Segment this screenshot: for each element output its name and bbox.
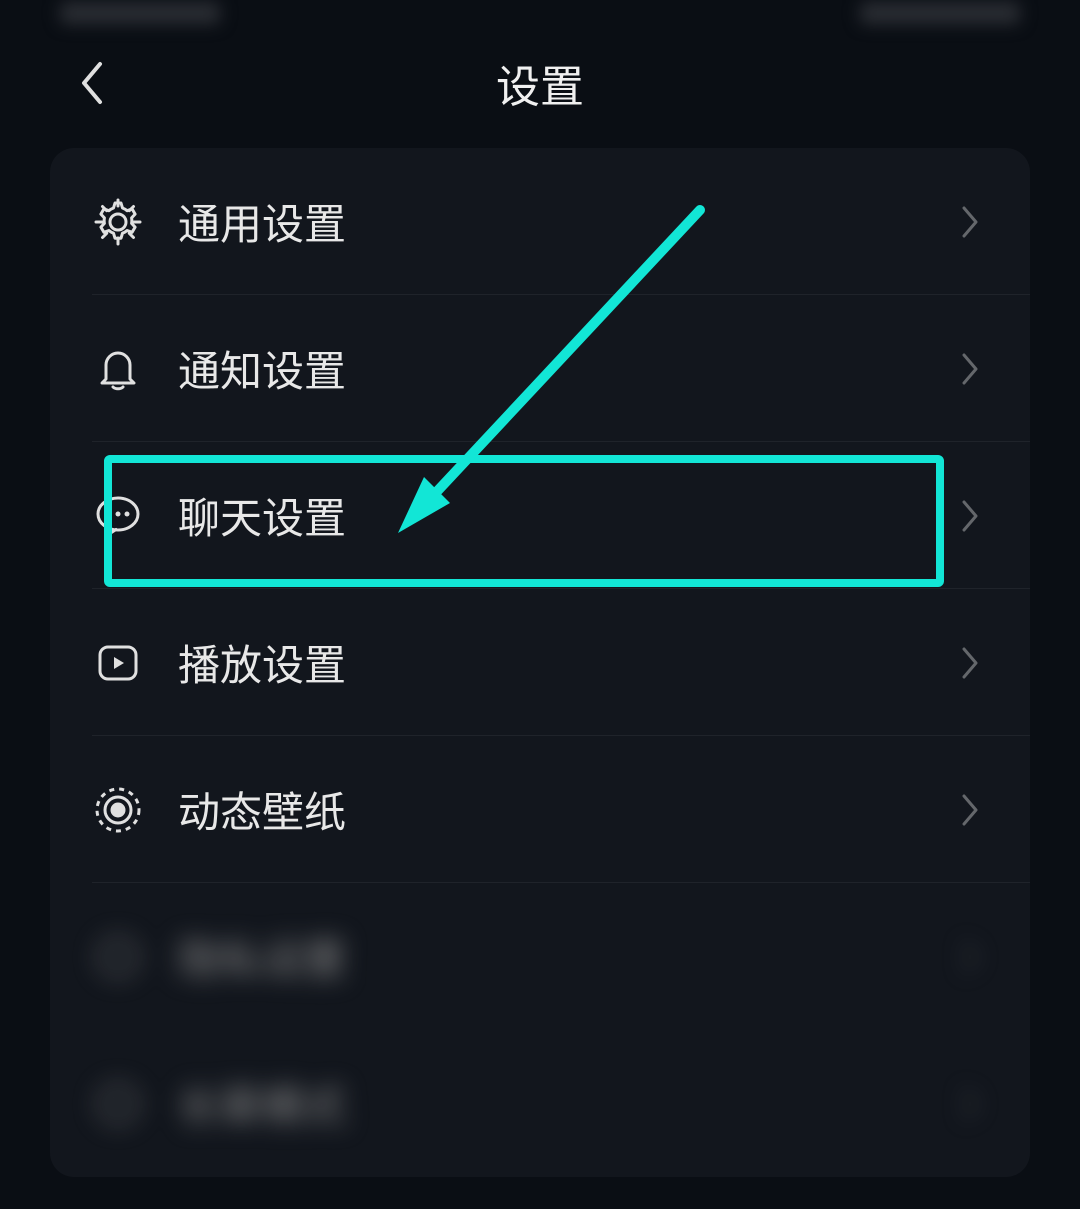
chevron-right-icon: [960, 645, 982, 681]
settings-item-chat[interactable]: 聊天设置: [50, 442, 1030, 589]
settings-item-notification[interactable]: 通知设置: [50, 295, 1030, 442]
play-icon: [92, 637, 144, 689]
settings-item-label: 通用设置: [178, 191, 960, 252]
settings-item-label: 聊天设置: [178, 485, 960, 546]
gear-icon: [92, 196, 144, 248]
page-title: 设置: [496, 51, 584, 115]
page-header: 设置: [0, 28, 1080, 138]
settings-item-label: 播放设置: [178, 632, 960, 693]
target-icon: [92, 784, 144, 836]
settings-list: 通用设置 通知设置 聊天设置: [50, 148, 1030, 1177]
settings-item-label: 隐私设置: [178, 926, 960, 987]
chevron-right-icon: [960, 351, 982, 387]
generic-icon: [92, 1078, 144, 1130]
settings-item-label: 通知设置: [178, 338, 960, 399]
bell-icon: [92, 343, 144, 395]
settings-item-general[interactable]: 通用设置: [50, 148, 1030, 295]
settings-item-wallpaper[interactable]: 动态壁纸: [50, 736, 1030, 883]
chat-icon: [92, 490, 144, 542]
generic-icon: [92, 931, 144, 983]
chevron-right-icon: [960, 939, 982, 975]
chevron-right-icon: [960, 204, 982, 240]
settings-item-playback[interactable]: 播放设置: [50, 589, 1030, 736]
chevron-right-icon: [960, 498, 982, 534]
settings-item-blurred[interactable]: 长辈模式: [50, 1030, 1030, 1177]
settings-item-label: 动态壁纸: [178, 779, 960, 840]
chevron-right-icon: [960, 1086, 982, 1122]
status-right-blur: [860, 2, 1020, 24]
settings-item-blurred[interactable]: 隐私设置: [50, 883, 1030, 1030]
chevron-left-icon: [78, 60, 106, 106]
status-bar: [0, 0, 1080, 28]
back-button[interactable]: [72, 63, 112, 103]
settings-item-label: 长辈模式: [178, 1073, 960, 1134]
chevron-right-icon: [960, 792, 982, 828]
status-left-blur: [60, 2, 220, 24]
